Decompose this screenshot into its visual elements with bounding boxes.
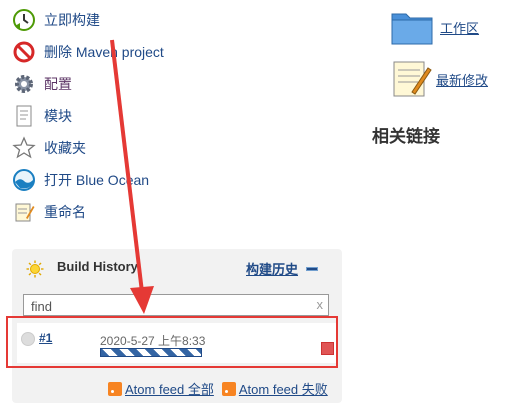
annotation-arrow-icon bbox=[110, 39, 154, 314]
